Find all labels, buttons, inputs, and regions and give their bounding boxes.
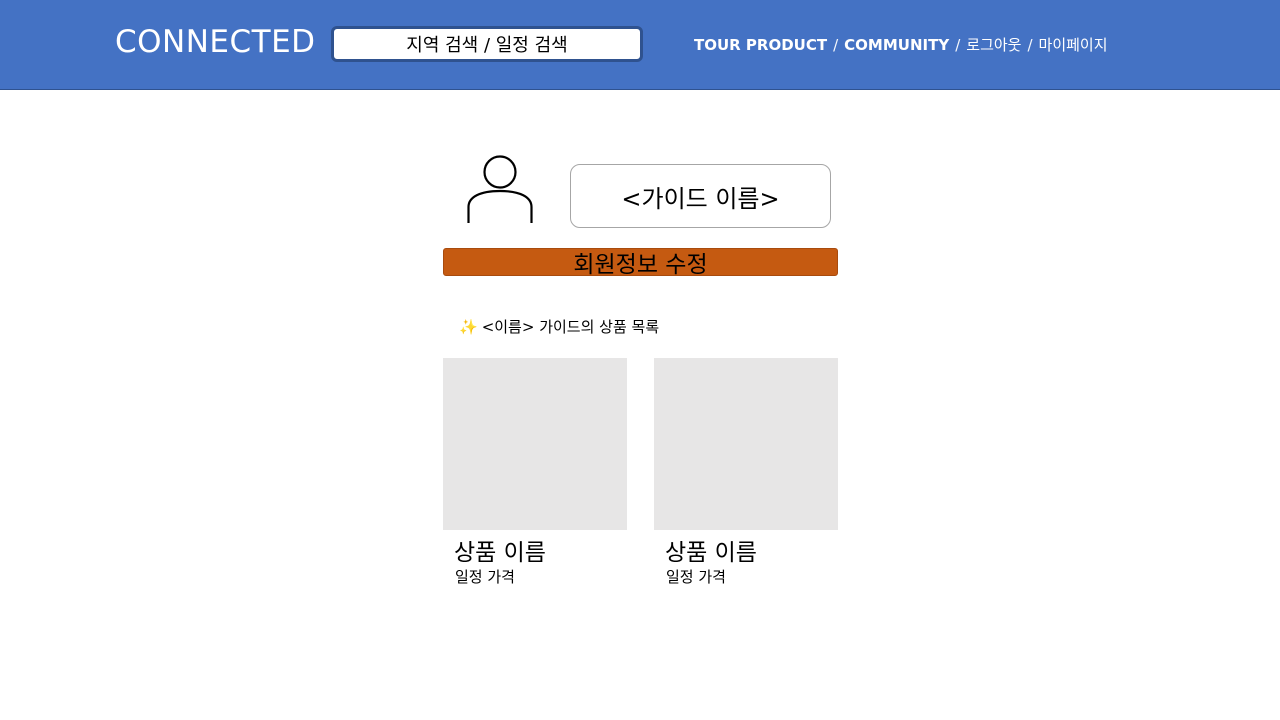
nav-separator: /	[955, 35, 961, 54]
product-schedule-price: 일정 가격	[455, 568, 515, 586]
nav-mypage[interactable]: 마이페이지	[1039, 34, 1108, 55]
product-name[interactable]: 상품 이름	[454, 539, 627, 567]
sparkles-icon: ✨	[459, 317, 478, 336]
nav-logout[interactable]: 로그아웃	[966, 34, 1021, 55]
search-input-label: 지역 검색 / 일정 검색	[406, 35, 568, 56]
header-nav: TOUR PRODUCT / COMMUNITY / 로그아웃 / 마이페이지	[694, 34, 1108, 55]
product-thumbnail[interactable]	[443, 358, 627, 530]
brand-logo[interactable]: CONNECTED	[115, 24, 316, 60]
guide-name-text: <가이드 이름>	[621, 184, 780, 213]
product-card[interactable]: 상품 이름 일정 가격	[443, 358, 627, 587]
search-input[interactable]: 지역 검색 / 일정 검색	[331, 26, 643, 62]
product-list-title-text: <이름> 가이드의 상품 목록	[481, 318, 660, 336]
nav-community[interactable]: COMMUNITY	[844, 36, 949, 54]
user-icon	[466, 155, 534, 225]
edit-profile-button-label: 회원정보 수정	[573, 252, 708, 278]
nav-tour-product[interactable]: TOUR PRODUCT	[694, 36, 827, 54]
nav-separator: /	[1027, 35, 1033, 54]
nav-separator: /	[833, 35, 839, 54]
product-card[interactable]: 상품 이름 일정 가격	[654, 358, 838, 587]
guide-name-box: <가이드 이름>	[570, 164, 831, 228]
edit-profile-button[interactable]: 회원정보 수정	[443, 248, 838, 278]
product-schedule-price: 일정 가격	[666, 568, 726, 586]
product-name[interactable]: 상품 이름	[665, 539, 838, 567]
top-navigation-bar: CONNECTED 지역 검색 / 일정 검색 TOUR PRODUCT / C…	[0, 0, 1280, 90]
product-thumbnail[interactable]	[654, 358, 838, 530]
product-list-title: ✨ <이름> 가이드의 상품 목록	[459, 316, 659, 337]
